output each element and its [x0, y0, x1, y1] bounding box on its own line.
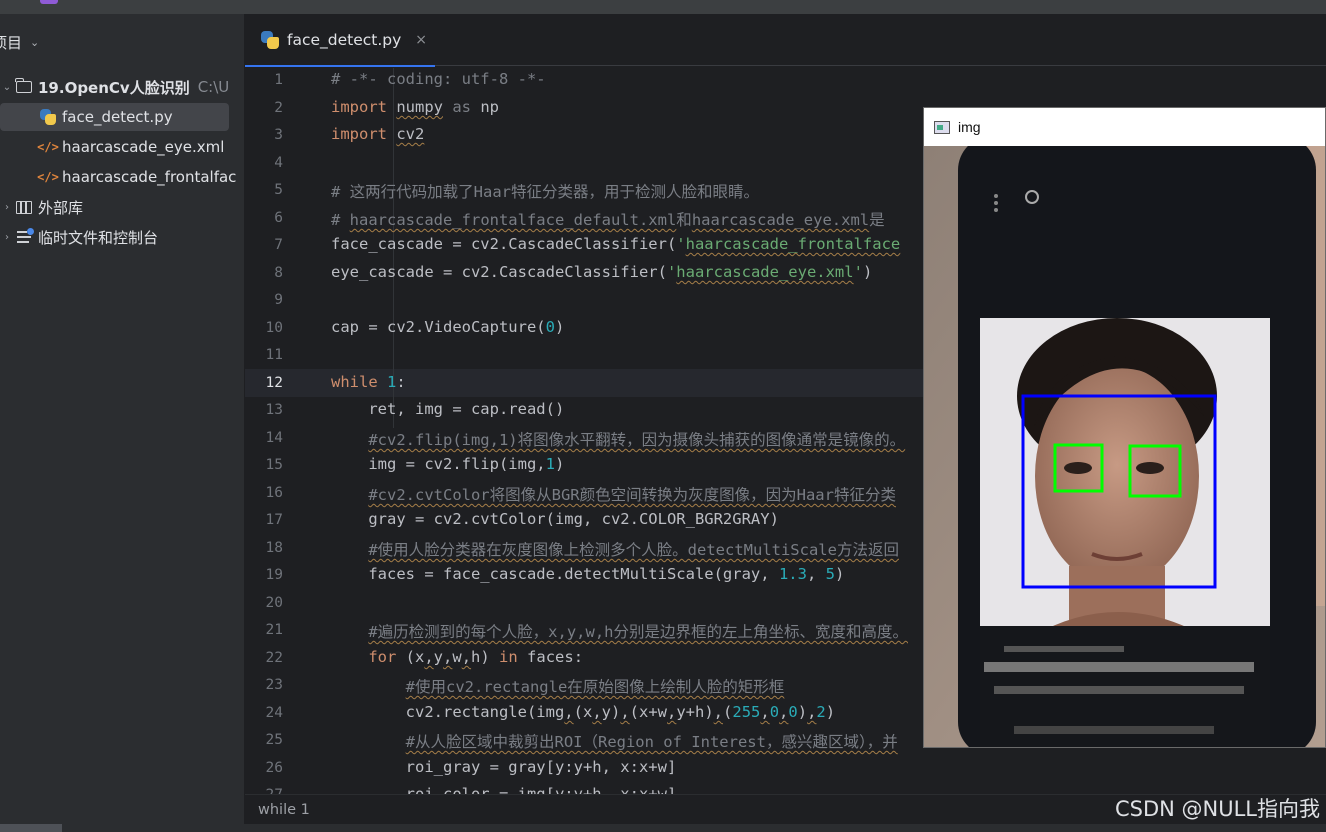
- cv-window-title: img: [958, 119, 981, 135]
- tree-item-label: 外部库: [38, 198, 84, 217]
- tree-item-face-detect[interactable]: face_detect.py: [0, 103, 229, 131]
- tree-item-label: haarcascade_eye.xml: [62, 138, 225, 156]
- code-line[interactable]: # haarcascade_frontalface_default.xml和ha…: [331, 208, 885, 230]
- line-number: 14: [265, 430, 283, 446]
- code-line[interactable]: import numpy as np: [331, 98, 499, 116]
- code-line[interactable]: # 这两行代码加载了Haar特征分类器，用于检测人脸和眼睛。: [331, 180, 759, 202]
- code-line[interactable]: img = cv2.flip(img,1): [331, 455, 564, 473]
- line-number: 3: [274, 127, 283, 143]
- tree-item-label: 19.OpenCv人脸识别: [38, 78, 190, 97]
- line-number: 25: [265, 732, 283, 748]
- xml-file-icon: </>: [37, 140, 59, 154]
- code-line[interactable]: # -*- coding: utf-8 -*-: [331, 70, 546, 88]
- line-number: 22: [265, 650, 283, 666]
- tree-item-label: 临时文件和控制台: [38, 228, 159, 247]
- line-number: 18: [265, 540, 283, 556]
- code-line[interactable]: for (x,y,w,h) in faces:: [331, 648, 583, 666]
- python-file-icon: [261, 31, 279, 49]
- breadcrumb-label: while 1: [258, 802, 310, 818]
- project-path-hint: C:\U: [197, 78, 230, 96]
- line-number: 6: [274, 210, 283, 226]
- project-sidebar: 项目 ⌄ ⌄ 19.OpenCv人脸识别 C:\U face_detect.py…: [0, 14, 245, 824]
- xml-file-icon: </>: [37, 170, 59, 184]
- close-tab-icon[interactable]: ×: [415, 32, 427, 48]
- tab-face-detect[interactable]: face_detect.py ×: [245, 14, 445, 67]
- tree-item-label: haarcascade_frontalfac: [62, 168, 237, 186]
- code-line[interactable]: roi_color = img[y:y+h, x:x+w]: [331, 785, 677, 794]
- line-number: 16: [265, 485, 283, 501]
- code-line[interactable]: face_cascade = cv2.CascadeClassifier('ha…: [331, 235, 900, 253]
- line-number: 17: [265, 512, 283, 528]
- line-number: 24: [265, 705, 283, 721]
- code-line[interactable]: #cv2.flip(img,1)将图像水平翻转，因为摄像头捕获的图像通常是镜像的…: [331, 428, 905, 450]
- code-line[interactable]: #cv2.cvtColor将图像从BGR颜色空间转换为灰度图像，因为Haar特征…: [331, 483, 896, 505]
- editor-tab-bar: face_detect.py ×: [245, 14, 1326, 67]
- camera-frame: [924, 146, 1325, 747]
- line-number: 15: [265, 457, 283, 473]
- code-line[interactable]: #使用cv2.rectangle在原始图像上绘制人脸的矩形框: [331, 675, 785, 697]
- window-icon: [934, 120, 950, 134]
- line-number-current: 12: [265, 375, 283, 391]
- line-number: 8: [274, 265, 283, 281]
- csdn-watermark: CSDN @NULL指向我: [1114, 797, 1320, 821]
- project-header[interactable]: 项目 ⌄: [0, 30, 39, 54]
- tree-item-scratches[interactable]: › 临时文件和控制台: [0, 223, 244, 251]
- opencv-image-window[interactable]: img: [923, 107, 1326, 748]
- line-number: 7: [274, 237, 283, 253]
- code-line[interactable]: roi_gray = gray[y:y+h, x:x+w]: [331, 758, 677, 776]
- code-line[interactable]: gray = cv2.cvtColor(img, cv2.COLOR_BGR2G…: [331, 510, 779, 528]
- code-line[interactable]: while 1:: [331, 373, 406, 391]
- tree-item-label: face_detect.py: [62, 108, 173, 126]
- code-line[interactable]: cap = cv2.VideoCapture(0): [331, 318, 564, 336]
- chevron-down-icon[interactable]: ⌄: [30, 36, 39, 49]
- code-line[interactable]: #使用人脸分类器在灰度图像上检测多个人脸。detectMultiScale方法返…: [331, 538, 899, 560]
- line-number-gutter: 1 2 3 4 5 6 7 8 9 10 11 12 13 14 15 16 1…: [245, 66, 307, 794]
- line-number: 20: [265, 595, 283, 611]
- code-line[interactable]: cv2.rectangle(img,(x,y),(x+w,y+h),(255,0…: [331, 703, 835, 721]
- project-header-label: 项目: [0, 33, 23, 52]
- python-file-icon: [38, 109, 58, 125]
- code-line[interactable]: #从人脸区域中裁剪出ROI（Region of Interest，感兴趣区域），…: [331, 730, 898, 752]
- line-number: 4: [274, 155, 283, 171]
- line-number: 13: [265, 402, 283, 418]
- code-line[interactable]: import cv2: [331, 125, 424, 143]
- app-accent: [40, 0, 58, 4]
- expand-arrow-icon[interactable]: ⌄: [0, 82, 14, 93]
- tree-item-external-libs[interactable]: › 外部库: [0, 193, 244, 221]
- tree-item-eye-xml[interactable]: </> haarcascade_eye.xml: [0, 133, 244, 161]
- line-number: 26: [265, 760, 283, 776]
- line-number: 23: [265, 677, 283, 693]
- code-line[interactable]: ret, img = cap.read(): [331, 400, 564, 418]
- line-number: 1: [274, 72, 283, 88]
- camera-frame-image: [924, 146, 1325, 747]
- title-bar-strip: [0, 0, 1326, 14]
- scratches-icon: [14, 228, 34, 243]
- line-number: 21: [265, 622, 283, 638]
- collapse-arrow-icon[interactable]: ›: [0, 232, 14, 243]
- line-number: 2: [274, 100, 283, 116]
- line-number: 9: [274, 292, 283, 308]
- code-line[interactable]: eye_cascade = cv2.CascadeClassifier('haa…: [331, 263, 872, 281]
- cv-window-titlebar[interactable]: img: [924, 108, 1325, 146]
- tree-item-frontalface-xml[interactable]: </> haarcascade_frontalfac: [0, 163, 244, 191]
- line-number: 11: [265, 347, 283, 363]
- tab-label: face_detect.py: [287, 31, 402, 49]
- code-line[interactable]: faces = face_cascade.detectMultiScale(gr…: [331, 565, 844, 583]
- line-number: 5: [274, 182, 283, 198]
- horizontal-scrollbar[interactable]: [0, 824, 1326, 832]
- folder-icon: [14, 78, 34, 93]
- line-number: 10: [265, 320, 283, 336]
- line-number: 19: [265, 567, 283, 583]
- scrollbar-thumb[interactable]: [0, 824, 62, 832]
- line-number: 27: [245, 787, 283, 794]
- library-icon: [14, 200, 34, 214]
- code-line[interactable]: #遍历检测到的每个人脸，x,y,w,h分别是边界框的左上角坐标、宽度和高度。: [331, 620, 908, 642]
- tree-item-project-root[interactable]: ⌄ 19.OpenCv人脸识别 C:\U: [0, 73, 244, 101]
- collapse-arrow-icon[interactable]: ›: [0, 202, 14, 213]
